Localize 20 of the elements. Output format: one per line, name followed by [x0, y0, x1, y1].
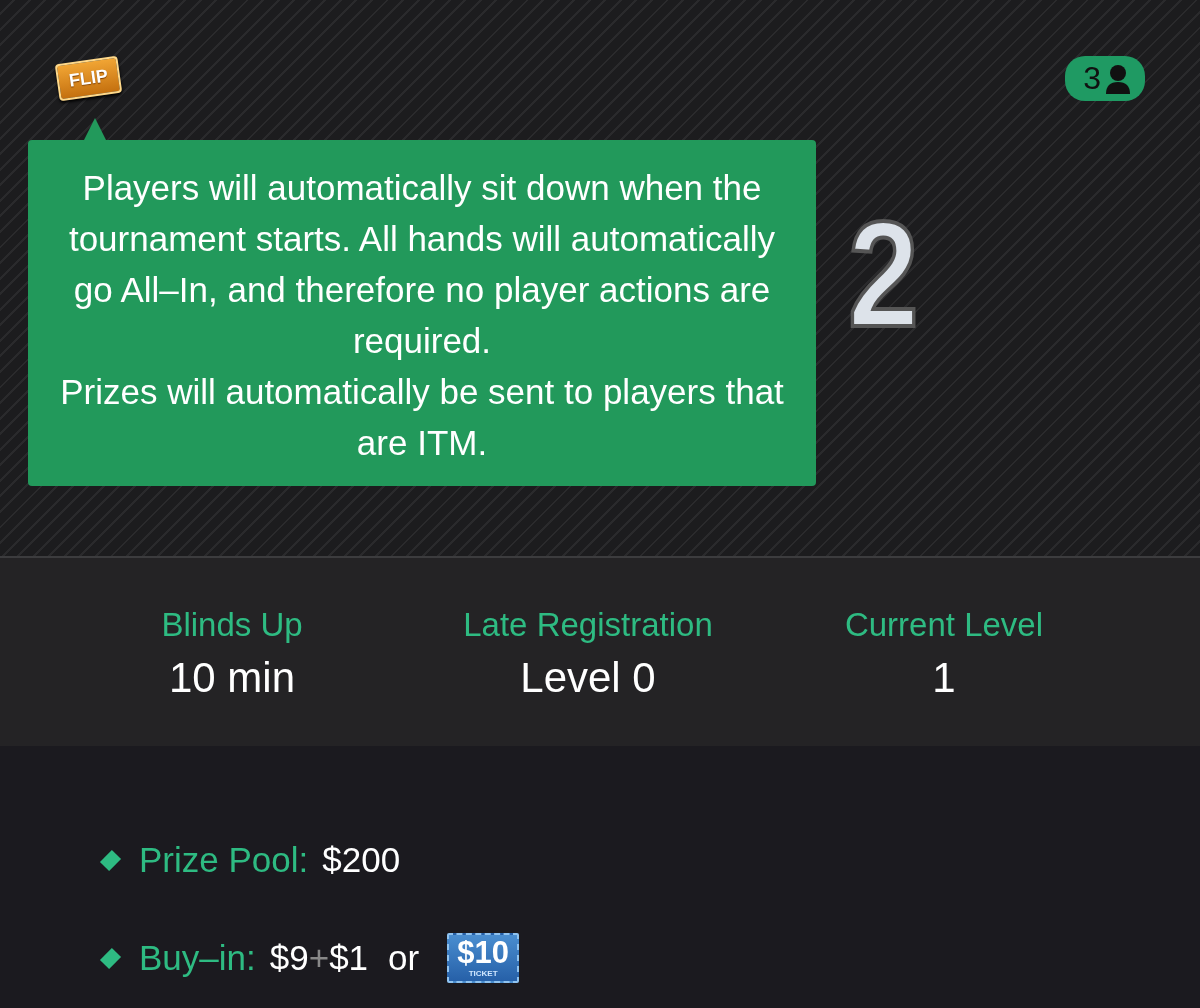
buyin-amount: $9 — [269, 938, 309, 978]
ticket-badge: $10 TICKET — [447, 933, 519, 983]
stat-value: 10 min — [167, 654, 297, 702]
tooltip-text: Players will automatically sit down when the tournament starts. All hands will automatically go All–In, and therefore no player actions are required. — [67, 167, 777, 362]
tooltip-text: Prizes will automatically be sent to players that are ITM. — [59, 371, 785, 464]
stat-label: Blinds Up — [160, 606, 304, 644]
stat-label: Current Level — [843, 606, 1045, 644]
stat-value: 1 — [931, 654, 957, 702]
fee-amount: $1 — [329, 938, 369, 978]
info-label: Buy–in: — [139, 938, 256, 978]
person-icon — [1105, 63, 1131, 94]
stat-label: Late Registration — [462, 606, 714, 644]
player-count-badge: 3 — [1065, 56, 1145, 101]
stat-value: Level 0 — [519, 654, 657, 702]
flip-badge[interactable]: FLIP — [54, 55, 123, 102]
info-value: $200 — [322, 840, 401, 880]
or-text: or — [388, 938, 420, 978]
big-number: 2 — [848, 199, 914, 349]
plus-sign: + — [308, 938, 330, 978]
info-label: Prize Pool: — [139, 840, 309, 880]
